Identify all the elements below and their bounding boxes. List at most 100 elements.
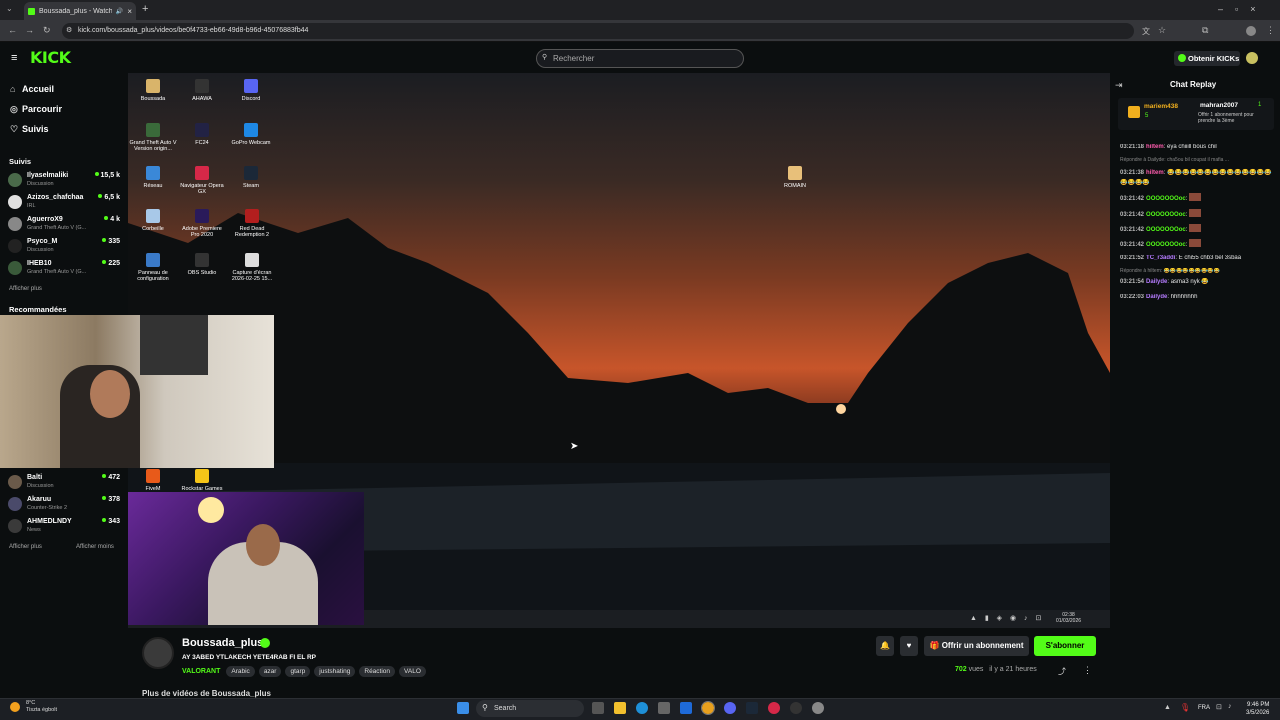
desktop-icon-recycle-bin[interactable]: Corbeille xyxy=(131,209,175,232)
desktop-icon-gta[interactable]: Grand Theft Auto V Version origin... xyxy=(128,123,178,152)
search-input[interactable]: Rechercher xyxy=(536,49,744,68)
chrome-icon[interactable] xyxy=(701,701,715,715)
gift-sub-prompt[interactable]: Offrir 1 abonnement pour prendre la 3ème xyxy=(1198,112,1270,124)
mail-icon[interactable] xyxy=(680,702,692,714)
gift-sub-button[interactable]: 🎁 Offrir un abonnement xyxy=(924,636,1029,656)
close-window-icon[interactable]: × xyxy=(1250,4,1267,14)
discord-taskbar-icon[interactable] xyxy=(724,702,736,714)
back-icon[interactable]: ← xyxy=(8,25,17,35)
chat-username[interactable]: OOOOOOOoc xyxy=(1146,227,1186,233)
reload-icon[interactable]: ↻ xyxy=(43,25,51,36)
tab-list-icon[interactable]: ⌄ xyxy=(6,4,13,13)
sidebar-channel-ahmedlndy[interactable]: AHMEDLNDY News 343 xyxy=(8,517,120,537)
extensions-icon[interactable]: ⧉ xyxy=(1202,25,1208,36)
translate-icon[interactable]: 文 xyxy=(1142,26,1150,37)
desktop-icon-ahawa[interactable]: AHAWA xyxy=(180,79,224,102)
store-icon[interactable] xyxy=(658,702,670,714)
forward-icon[interactable]: → xyxy=(25,25,34,35)
sidebar-channel-akaruu[interactable]: Akaruu Counter-Strike 2 378 xyxy=(8,495,120,515)
network-tray-icon[interactable]: ⊡ xyxy=(1216,703,1222,711)
nav-browse[interactable]: ◎ Parcourir xyxy=(10,104,62,115)
user-avatar[interactable] xyxy=(1246,52,1258,64)
bookmark-star-icon[interactable]: ☆ xyxy=(1158,25,1166,36)
desktop-icon-steam[interactable]: Steam xyxy=(229,166,273,189)
start-menu-icon[interactable] xyxy=(457,702,469,714)
desktop-icon-boussada[interactable]: Boussada xyxy=(131,79,175,102)
desktop-icon-discord[interactable]: Discord xyxy=(229,79,273,102)
desktop-icon-opera[interactable]: Navigateur Opera GX xyxy=(180,166,224,195)
tag-chip[interactable]: Réaction xyxy=(359,666,396,677)
tray-overflow-icon[interactable]: ▲ xyxy=(1164,704,1171,711)
desktop-icon-premiere[interactable]: Adobe Premiere Pro 2020 xyxy=(178,209,226,238)
desktop-icon-fivem[interactable]: FiveM xyxy=(131,469,175,492)
sidebar-channel-ilyaselmaliki[interactable]: Ilyaselmaliki Discussion 15,5 k xyxy=(8,171,120,191)
notification-bell-button[interactable]: 🔔 xyxy=(876,636,894,656)
tab-audio-icon[interactable]: 🔊 xyxy=(116,8,123,15)
chat-username[interactable]: OOOOOOOoc xyxy=(1146,212,1186,218)
desktop-icon-obs[interactable]: OBS Studio xyxy=(180,253,224,276)
show-less-recommended[interactable]: Afficher moins xyxy=(76,544,114,550)
channel-avatar[interactable] xyxy=(142,637,174,669)
tag-chip[interactable]: gtarp xyxy=(285,666,311,677)
chat-username[interactable]: hiltem xyxy=(1146,170,1164,176)
nav-home[interactable]: ⌂ Accueil xyxy=(10,84,54,94)
obs-taskbar-icon[interactable] xyxy=(790,702,802,714)
weather-widget[interactable]: 8°C Tiszta égbolt xyxy=(26,700,57,714)
subscribe-button[interactable]: S'abonner xyxy=(1034,636,1096,656)
browser-menu-icon[interactable]: ⋮ xyxy=(1266,25,1275,36)
desktop-icon-fc24[interactable]: FC24 xyxy=(180,123,224,146)
collapse-chat-icon[interactable]: ⇥ xyxy=(1115,80,1123,91)
chat-username[interactable]: Dailyde xyxy=(1146,294,1167,300)
settings-taskbar-icon[interactable] xyxy=(812,702,824,714)
tag-chip[interactable]: justshating xyxy=(314,666,356,677)
tag-chip[interactable]: VALO xyxy=(399,666,426,677)
steam-taskbar-icon[interactable] xyxy=(746,702,758,714)
edge-icon[interactable] xyxy=(636,702,648,714)
sidebar-channel-azizos[interactable]: Azizos_chafchaa IRL 6,5 k xyxy=(8,193,120,213)
site-info-icon[interactable]: ⚙ xyxy=(66,26,72,34)
chat-username[interactable]: TC_r3addi xyxy=(1146,255,1175,261)
kick-logo[interactable]: KICK xyxy=(30,48,71,67)
share-icon[interactable]: ⤴ xyxy=(1058,666,1066,677)
chat-username[interactable]: Dailyde xyxy=(1146,279,1167,285)
maximize-icon[interactable]: ▫ xyxy=(1235,4,1250,14)
chat-username[interactable]: hiltem xyxy=(1146,144,1164,150)
category-link[interactable]: VALORANT xyxy=(182,668,220,675)
new-tab-button[interactable]: + xyxy=(142,3,148,15)
language-indicator[interactable]: FRA xyxy=(1198,705,1210,711)
sidebar-channel-psyco-m[interactable]: Psyco_M Discussion 335 xyxy=(8,237,120,257)
desktop-icon-network[interactable]: Réseau xyxy=(131,166,175,189)
desktop-icon-control-panel[interactable]: Panneau de configuration xyxy=(131,253,175,282)
opera-taskbar-icon[interactable] xyxy=(768,702,780,714)
file-explorer-icon[interactable] xyxy=(614,702,626,714)
sidebar-channel-iheb10[interactable]: IHEB10 Grand Theft Auto V (G... 225 xyxy=(8,259,120,279)
follow-heart-button[interactable]: ♥ xyxy=(900,636,918,656)
os-clock[interactable]: 9:46 PM 3/5/2026 xyxy=(1246,701,1269,717)
url-input[interactable]: kick.com/boussada_plus/videos/be0f4733-e… xyxy=(62,23,1134,39)
chat-username[interactable]: OOOOOOOoc xyxy=(1146,242,1186,248)
os-search-box[interactable]: Search xyxy=(476,700,584,717)
desktop-icon-rockstar[interactable]: Rockstar Games xyxy=(180,469,224,492)
channel-name[interactable]: Boussada_plus xyxy=(182,637,263,649)
sidebar-channel-aguerrox9[interactable]: AguerroX9 Grand Theft Auto V (G... 4 k xyxy=(8,215,120,235)
desktop-icon-screenshot[interactable]: Capture d'écran 2026-02-25 15... xyxy=(228,253,276,282)
desktop-icon-rdr2[interactable]: Red Dead Redemption 2 xyxy=(228,209,276,238)
task-view-icon[interactable] xyxy=(592,702,604,714)
browser-tab[interactable]: Boussada_plus - Watch the 🔊 × xyxy=(24,2,136,20)
desktop-icon-gopro[interactable]: GoPro Webcam xyxy=(229,123,273,146)
tag-chip[interactable]: azar xyxy=(258,666,282,677)
volume-icon[interactable]: ♪ xyxy=(1228,703,1232,710)
profile-avatar[interactable] xyxy=(1246,26,1256,36)
tag-chip[interactable]: Arabic xyxy=(226,666,255,677)
more-options-icon[interactable]: ⋮ xyxy=(1083,665,1092,676)
sidebar-channel-balti[interactable]: Balti Discussion 472 xyxy=(8,473,120,493)
top-gifter-2[interactable]: mahran2007 xyxy=(1200,102,1238,109)
chat-username[interactable]: OOOOOOOoc xyxy=(1146,196,1186,202)
nav-following[interactable]: ♡ Suivis xyxy=(10,124,49,135)
show-more-followed[interactable]: Afficher plus xyxy=(9,286,42,292)
minimize-icon[interactable]: – xyxy=(1218,4,1235,14)
top-gifter-1[interactable]: mariem438 xyxy=(1144,103,1178,110)
desktop-icon-romain[interactable]: ROMAIN xyxy=(773,166,817,189)
microphone-icon[interactable]: 🎙 xyxy=(1180,703,1190,712)
tab-close-icon[interactable]: × xyxy=(127,7,132,16)
